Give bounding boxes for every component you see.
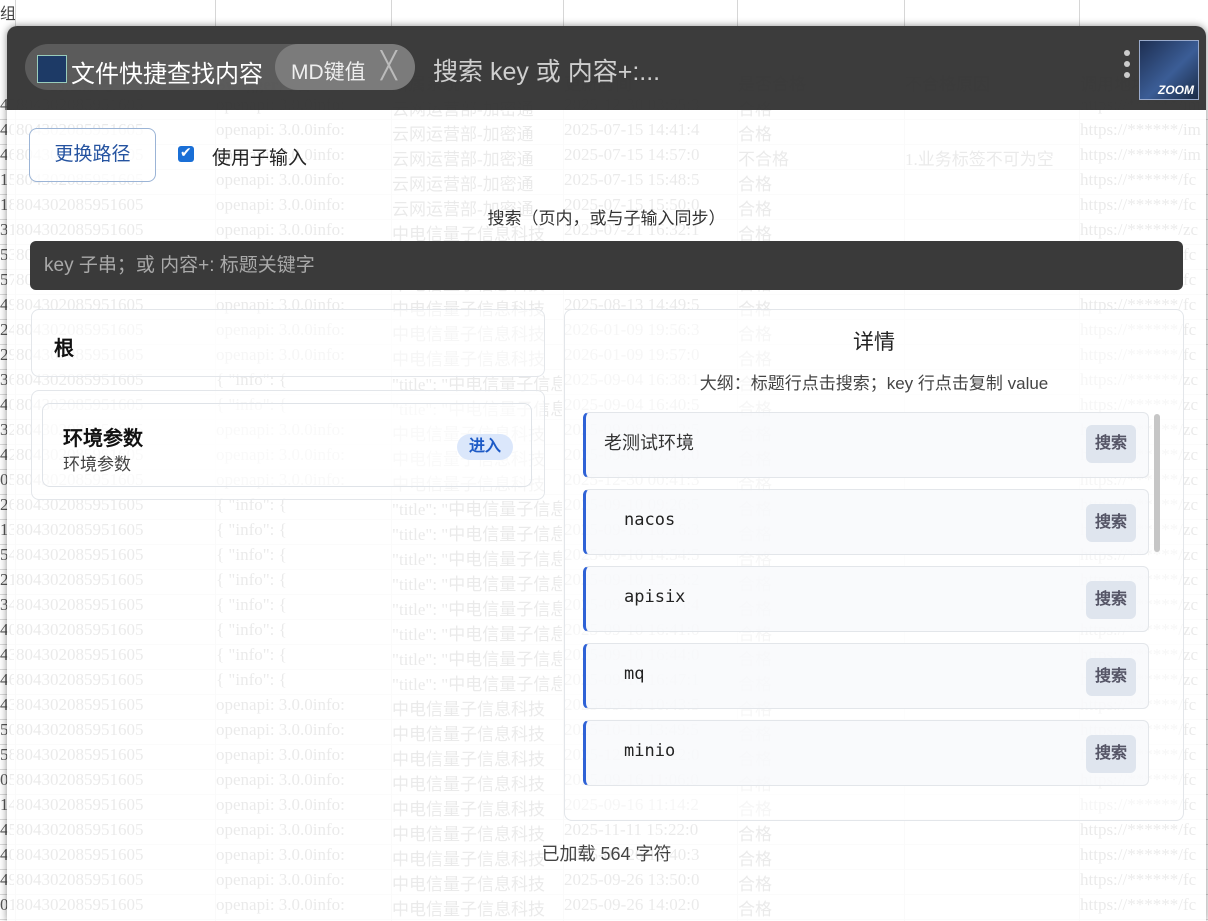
outline-heading-row[interactable]: 老测试环境 搜索 <box>583 412 1149 478</box>
outline-key-text: mq <box>624 664 645 684</box>
detail-title: 详情 <box>853 331 895 354</box>
env-node-title: 环境参数 <box>63 428 143 450</box>
outline-list: 老测试环境 搜索 nacos 搜索 apisix 搜索 mq 搜索 minio 搜索 <box>583 412 1157 802</box>
zoom-logo-icon: ZOOM <box>1139 40 1199 100</box>
outline-key-row[interactable]: apisix 搜索 <box>583 566 1149 632</box>
search-hint: 搜索（页内，或与子输入同步） <box>487 209 726 228</box>
change-path-button[interactable]: 更换路径 <box>29 128 156 182</box>
checkbox-checked-icon[interactable] <box>178 144 194 162</box>
detail-subtitle: 大纲：标题行点击搜索；key 行点击复制 value <box>699 374 1049 393</box>
more-menu-icon[interactable] <box>1122 50 1132 83</box>
app-title: 文件快捷查找内容 <box>71 61 263 88</box>
tree-node-env-params[interactable]: 环境参数 环境参数 进入 <box>42 403 532 487</box>
tree-root-label: 根 <box>54 338 74 360</box>
outline-heading-text: 老测试环境 <box>604 433 694 453</box>
tree-root-card[interactable]: 根 <box>31 309 545 377</box>
outline-key-text: minio <box>624 741 676 761</box>
status-text: 已加载 564 字符 <box>541 844 672 864</box>
tab-md-keys[interactable]: MD键值 ╳ <box>275 44 415 90</box>
dialog-titlebar: 文件快捷查找内容 MD键值 ╳ 搜索 key 或 内容+:... ZOOM <box>7 26 1206 110</box>
outline-search-button[interactable]: 搜索 <box>1086 581 1136 619</box>
app-logo-icon <box>37 55 67 83</box>
tree-children-panel: 环境参数 环境参数 进入 <box>31 390 545 500</box>
outline-key-row[interactable]: mq 搜索 <box>583 643 1149 709</box>
title-pill-group: 文件快捷查找内容 MD键值 ╳ <box>25 44 415 90</box>
use-sub-input-label: 使用子输入 <box>212 148 308 169</box>
detail-panel: 详情 大纲：标题行点击搜索；key 行点击复制 value 老测试环境 搜索 nac… <box>564 309 1184 821</box>
sheet-corner-label: 组 <box>0 6 17 23</box>
zoom-logo-text: ZOOM <box>1158 83 1194 97</box>
outline-search-button[interactable]: 搜索 <box>1086 735 1136 773</box>
file-search-dialog: 文件快捷查找内容 MD键值 ╳ 搜索 key 或 内容+:... ZOOM 更换… <box>7 26 1206 921</box>
search-input[interactable] <box>30 241 1183 290</box>
top-search-input[interactable]: 搜索 key 或 内容+:... <box>433 52 660 88</box>
outline-key-row[interactable]: minio 搜索 <box>583 720 1149 786</box>
tab-md-keys-label: MD键值 <box>291 61 366 84</box>
env-node-subtitle: 环境参数 <box>63 455 131 474</box>
outline-search-button[interactable]: 搜索 <box>1086 504 1136 542</box>
outline-key-text: nacos <box>624 510 676 530</box>
outline-search-button[interactable]: 搜索 <box>1086 658 1136 696</box>
outline-key-row[interactable]: nacos 搜索 <box>583 489 1149 555</box>
outline-key-text: apisix <box>624 587 686 607</box>
close-icon[interactable]: ╳ <box>381 52 397 78</box>
outline-search-button[interactable]: 搜索 <box>1086 425 1136 463</box>
outline-scrollbar[interactable] <box>1154 414 1160 552</box>
enter-button[interactable]: 进入 <box>457 434 513 460</box>
